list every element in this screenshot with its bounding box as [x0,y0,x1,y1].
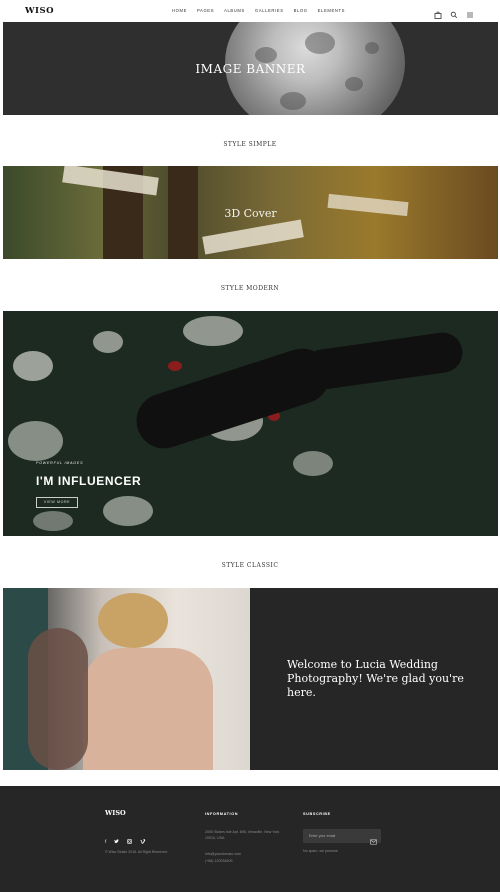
vimeo-icon[interactable] [140,839,146,845]
style-modern-banner[interactable]: POWERFUL IMAGES I'M INFLUENCER VIEW MORE [3,311,498,536]
nav-item-galleries[interactable]: GALLERIES [255,8,284,13]
nav-item-albums[interactable]: ALBUMS [224,8,245,13]
banner-title: I'M INFLUENCER [36,474,142,488]
instagram-icon[interactable] [127,839,133,845]
facebook-icon[interactable]: f [105,839,106,845]
section-label-simple: STYLE SIMPLE [223,141,277,148]
social-links: f [105,839,146,845]
nav-item-blog[interactable]: BLOG [294,8,308,13]
send-icon[interactable] [370,832,377,850]
subscribe-heading: SUBSCRIBE [303,812,331,816]
nav-item-home[interactable]: HOME [172,8,187,13]
nav-item-elements[interactable]: ELEMENTS [318,8,345,13]
banner-title: IMAGE BANNER [195,62,306,76]
information-heading: INFORMATION [205,812,239,816]
section-label-classic: STYLE CLASSIC [221,562,279,569]
welcome-text: Welcome to Lucia Wedding Photography! We… [287,658,464,699]
address-text: 2005 Stokes Isle Apt. 896, Venaville, Ne… [205,830,280,840]
style-simple-banner[interactable]: 3D Cover [3,166,498,259]
twitter-icon[interactable] [114,839,120,845]
overline-text: POWERFUL IMAGES [36,461,84,465]
header-icons [434,6,474,19]
copyright-text: © Wiso Studio 2018. All Right Reserved. [105,850,168,854]
site-footer: WISO f © Wiso Studio 2018. All Right Res… [0,786,500,892]
subscribe-note: No spam, we promise [303,849,338,853]
bride-photo [3,588,250,770]
phone-text: (+68) 120034509 [205,859,233,863]
email-link[interactable]: info@yourdomain.com [205,852,241,858]
view-more-button[interactable]: VIEW MORE [36,497,78,508]
image-banner[interactable]: IMAGE BANNER [3,22,498,115]
site-logo[interactable]: WISO [25,6,54,16]
main-nav: HOME PAGES ALBUMS GALLERIES BLOG ELEMENT… [172,8,345,13]
banner-title: 3D Cover [224,207,277,220]
footer-logo[interactable]: WISO [105,809,126,817]
search-icon[interactable] [450,6,458,19]
email-placeholder: Enter your email [309,834,336,838]
bag-icon[interactable] [434,6,442,19]
style-classic-banner[interactable]: Welcome to Lucia Wedding Photography! We… [3,588,498,770]
nav-item-pages[interactable]: PAGES [197,8,214,13]
menu-icon[interactable] [466,6,474,18]
site-header: WISO HOME PAGES ALBUMS GALLERIES BLOG EL… [0,0,500,22]
section-label-modern: STYLE MODERN [220,285,280,292]
